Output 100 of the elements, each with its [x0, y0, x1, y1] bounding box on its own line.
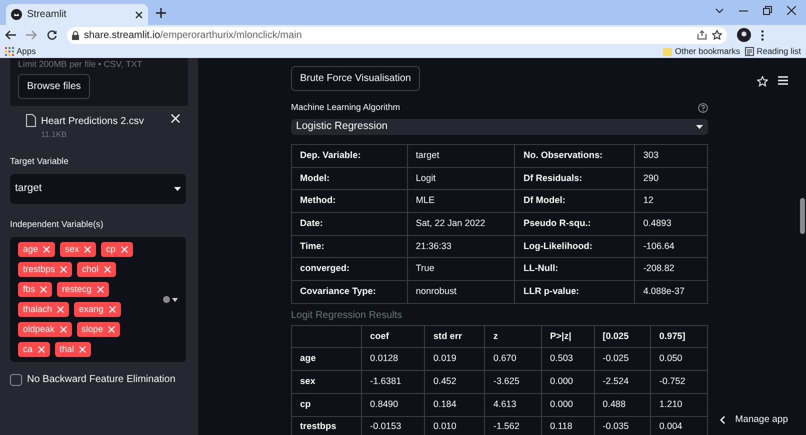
column-header: [0.025	[594, 325, 651, 348]
table-cell: 4.613	[484, 393, 542, 416]
upload-limit-text: Limit 200MB per file • CSV, TXT	[18, 58, 144, 71]
tag-chip[interactable]: thal	[54, 342, 92, 358]
url-text: share.streamlit.io/emperorarthurix/mlonclick/main	[84, 28, 303, 42]
lock-icon	[72, 30, 79, 40]
table-cell: -2.524	[594, 370, 651, 394]
tag-chip[interactable]: restecg	[57, 282, 109, 298]
file-icon	[26, 114, 36, 127]
row-label: converged:	[292, 258, 408, 281]
table-cell: 290	[634, 167, 708, 190]
reload-icon[interactable]	[47, 30, 57, 40]
row-label: age	[292, 348, 362, 371]
tag-chip[interactable]: trestbps	[18, 262, 72, 278]
table-cell: 0.503	[542, 348, 594, 371]
bookmark-link[interactable]: Reading list	[745, 45, 801, 58]
reading-list-icon	[745, 47, 754, 56]
table-cell: 0.0128	[362, 348, 425, 371]
column-header: std err	[424, 325, 485, 348]
row-label: Df Model:	[514, 190, 635, 212]
tag-chip[interactable]: chol	[77, 262, 116, 278]
checkbox[interactable]	[10, 374, 22, 386]
table-cell: -1.6381	[362, 370, 425, 394]
table-cell: 303	[634, 144, 708, 168]
dropdown-caret-icon	[174, 186, 181, 191]
close-icon[interactable]	[135, 10, 143, 18]
brute-force-button[interactable]: Brute Force Visualisation	[291, 66, 420, 91]
tag-chip[interactable]: age	[18, 242, 56, 258]
table-cell: 1.210	[650, 393, 708, 416]
dropdown-caret-icon	[696, 125, 703, 130]
table-cell: 0.4893	[634, 212, 708, 236]
multiselect-field[interactable]: age sex cp trestbps chol fbs restecg thalach exang oldpeak slope ca thal	[10, 237, 186, 362]
folder-icon	[663, 47, 672, 56]
row-label: Method:	[292, 190, 408, 212]
dropdown-caret-icon[interactable]	[172, 298, 178, 302]
table-cell: Sat, 22 Jan 2022	[407, 212, 515, 236]
tag-chip[interactable]: cp	[101, 242, 133, 258]
avatar-icon[interactable]	[737, 28, 751, 42]
chevron-down-icon[interactable]	[715, 8, 724, 14]
table-cell: 4.088e-37	[634, 280, 708, 304]
column-header: coef	[362, 325, 425, 348]
table-cell: -106.64	[634, 235, 708, 258]
back-arrow-icon[interactable]	[5, 30, 16, 40]
tag-chip[interactable]: exang	[74, 302, 121, 318]
minimize-icon[interactable]	[739, 10, 748, 12]
table-caption: Logit Regression Results	[291, 308, 404, 323]
column-header: 0.975]	[650, 325, 708, 348]
table-cell: 0.452	[424, 370, 485, 394]
table-cell: 0.670	[484, 348, 542, 371]
chevron-left-icon	[720, 416, 726, 424]
tag-chip[interactable]: oldpeak	[18, 322, 72, 338]
table-cell: -0.025	[594, 348, 651, 371]
file-size: 11.1KB	[41, 128, 68, 141]
browse-files-button[interactable]: Browse files	[18, 74, 90, 99]
table-cell: Logit	[407, 167, 515, 190]
checkbox-label: No Backward Feature Elimination	[27, 373, 176, 388]
tag-chip[interactable]: sex	[60, 242, 96, 258]
tag-chip[interactable]: slope	[76, 322, 120, 338]
field-label: Machine Learning Algorithm	[291, 101, 400, 114]
table-cell: 0.000	[542, 393, 594, 416]
row-label: Time:	[292, 235, 408, 258]
row-label: No. Observations:	[514, 144, 635, 168]
row-label: LLR p-value:	[514, 280, 635, 304]
menu-icon[interactable]	[778, 76, 788, 85]
table-cell: 12	[634, 190, 708, 212]
app-logo-icon	[11, 9, 22, 20]
row-label: Df Residuals:	[514, 167, 635, 190]
algorithm-select[interactable]: Logistic Regression	[291, 119, 708, 135]
row-label: sex	[292, 370, 362, 394]
apps-grid-icon	[5, 47, 14, 56]
new-tab-icon[interactable]	[156, 8, 166, 18]
table-cell: 0.488	[594, 393, 651, 416]
tag-chip[interactable]: thalach	[18, 302, 70, 318]
more-options-icon[interactable]	[761, 30, 764, 40]
target-select[interactable]: target	[10, 174, 186, 204]
table-cell: 0.8490	[362, 393, 425, 416]
bookmark-link[interactable]: Other bookmarks	[663, 45, 740, 58]
row-label: Pseudo R-squ.:	[514, 212, 635, 236]
close-icon[interactable]	[787, 6, 796, 15]
column-header: P>|z|	[542, 325, 594, 348]
table-cell: True	[407, 258, 515, 281]
tag-chip[interactable]: ca	[18, 342, 50, 358]
address-bar[interactable]: share.streamlit.io/emperorarthurix/mlonclick/main	[67, 26, 727, 44]
row-label: LL-Null:	[514, 258, 635, 281]
tag-chip[interactable]: fbs	[18, 282, 52, 298]
star-icon[interactable]	[712, 30, 722, 40]
row-label: Covariance Type:	[292, 280, 408, 304]
share-icon[interactable]	[697, 30, 707, 40]
field-label: Target Variable	[10, 154, 70, 168]
bookmark-link[interactable]: Apps	[5, 45, 36, 58]
scrollbar-thumb[interactable]	[800, 198, 805, 234]
restore-icon[interactable]	[763, 6, 772, 15]
table-cell: 0.184	[424, 393, 485, 416]
field-label: Independent Variable(s)	[10, 218, 104, 231]
table-cell: nonrobust	[407, 280, 515, 304]
table-cell: target	[407, 144, 515, 168]
manage-app-button[interactable]: Manage app	[720, 412, 788, 427]
row-label: Log-Likelihood:	[514, 235, 635, 258]
row-label: Model:	[292, 167, 408, 190]
browser-tab[interactable]: Streamlit	[6, 4, 148, 25]
